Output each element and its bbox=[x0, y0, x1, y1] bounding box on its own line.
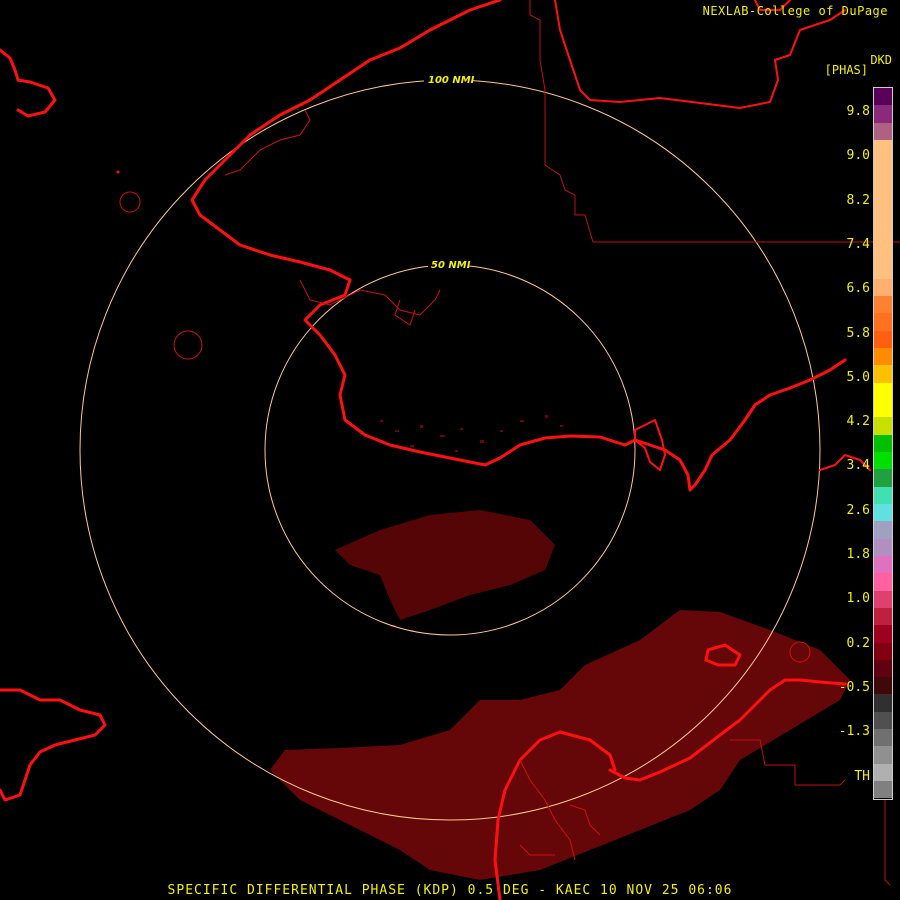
color-scale-label: 5.0 bbox=[846, 369, 870, 385]
color-scale-label: 4.2 bbox=[846, 414, 870, 430]
color-scale-swatch bbox=[874, 555, 892, 574]
color-scale-swatch bbox=[874, 122, 892, 140]
color-scale-swatch bbox=[874, 694, 892, 712]
color-scale-label: -1.3 bbox=[838, 724, 870, 740]
color-scale-swatch bbox=[874, 590, 892, 608]
color-scale-swatch bbox=[874, 486, 892, 504]
color-scale-swatch bbox=[874, 711, 892, 730]
product-code: DKD bbox=[870, 53, 892, 67]
color-scale-swatch bbox=[874, 781, 892, 799]
color-scale-swatch bbox=[874, 347, 892, 366]
color-scale-label: 8.2 bbox=[846, 192, 870, 208]
color-scale-swatch bbox=[874, 642, 892, 660]
color-scale-swatch bbox=[874, 625, 892, 643]
product-title: SPECIFIC DIFFERENTIAL PHASE (KDP) 0.5 DE… bbox=[167, 883, 733, 898]
echo-region-southeast bbox=[270, 610, 850, 880]
color-scale-label: 9.8 bbox=[846, 104, 870, 119]
color-scale-label: 7.4 bbox=[846, 236, 870, 252]
color-scale-swatch bbox=[874, 209, 892, 227]
range-ring-label-50: 50 NMI bbox=[431, 260, 471, 271]
color-scale-swatch bbox=[874, 261, 892, 279]
color-scale-swatch bbox=[874, 469, 892, 487]
color-scale-label: 2.6 bbox=[846, 502, 870, 518]
color-scale-swatch bbox=[874, 659, 892, 678]
color-scale-swatch bbox=[874, 157, 892, 175]
unit-label: [PHAS] bbox=[824, 63, 868, 77]
color-scale-swatch bbox=[874, 417, 892, 435]
color-scale-swatch bbox=[874, 763, 892, 782]
color-scale-swatch bbox=[874, 746, 892, 764]
color-scale-swatch bbox=[874, 105, 892, 123]
color-scale-swatch bbox=[874, 226, 892, 244]
color-scale-swatch bbox=[874, 191, 892, 210]
color-scale-swatch bbox=[874, 365, 892, 383]
color-scale-swatch bbox=[874, 607, 892, 626]
color-scale-label: 9.0 bbox=[846, 148, 870, 164]
color-scale-swatch bbox=[874, 295, 892, 314]
color-scale-label: 0.2 bbox=[846, 635, 870, 651]
color-scale-swatch bbox=[874, 521, 892, 539]
color-scale-swatch bbox=[874, 677, 892, 695]
color-scale-swatch bbox=[874, 88, 892, 106]
color-scale-swatch bbox=[874, 243, 892, 262]
color-scale-swatch bbox=[874, 174, 892, 192]
echo-region-central bbox=[335, 510, 555, 620]
color-scale-swatch bbox=[874, 382, 892, 400]
color-scale-swatch bbox=[874, 729, 892, 747]
range-ring-label-100: 100 NMI bbox=[428, 75, 475, 86]
color-scale-swatch bbox=[874, 503, 892, 522]
color-scale-swatch bbox=[874, 573, 892, 591]
color-scale-label: -0.5 bbox=[838, 679, 870, 695]
credit-label: NEXLAB-College of DuPage bbox=[702, 4, 888, 18]
color-scale-label: 6.6 bbox=[846, 281, 870, 297]
city-marker bbox=[116, 170, 120, 174]
color-scale bbox=[873, 87, 893, 800]
color-scale-swatch bbox=[874, 330, 892, 348]
radar-map: 100 NMI 50 NMI bbox=[0, 0, 900, 900]
color-scale-label: 5.8 bbox=[846, 325, 870, 341]
color-scale-label: 3.4 bbox=[846, 458, 870, 474]
color-scale-swatch bbox=[874, 434, 892, 452]
color-scale-swatch bbox=[874, 139, 892, 158]
color-scale-swatch bbox=[874, 399, 892, 418]
color-scale-swatch bbox=[874, 278, 892, 296]
color-scale-swatch bbox=[874, 538, 892, 556]
color-scale-label: 1.8 bbox=[846, 547, 870, 562]
color-scale-label: 1.0 bbox=[846, 591, 870, 607]
color-scale-label: TH bbox=[854, 768, 870, 784]
color-scale-swatch bbox=[874, 451, 892, 470]
color-scale-swatch bbox=[874, 313, 892, 331]
